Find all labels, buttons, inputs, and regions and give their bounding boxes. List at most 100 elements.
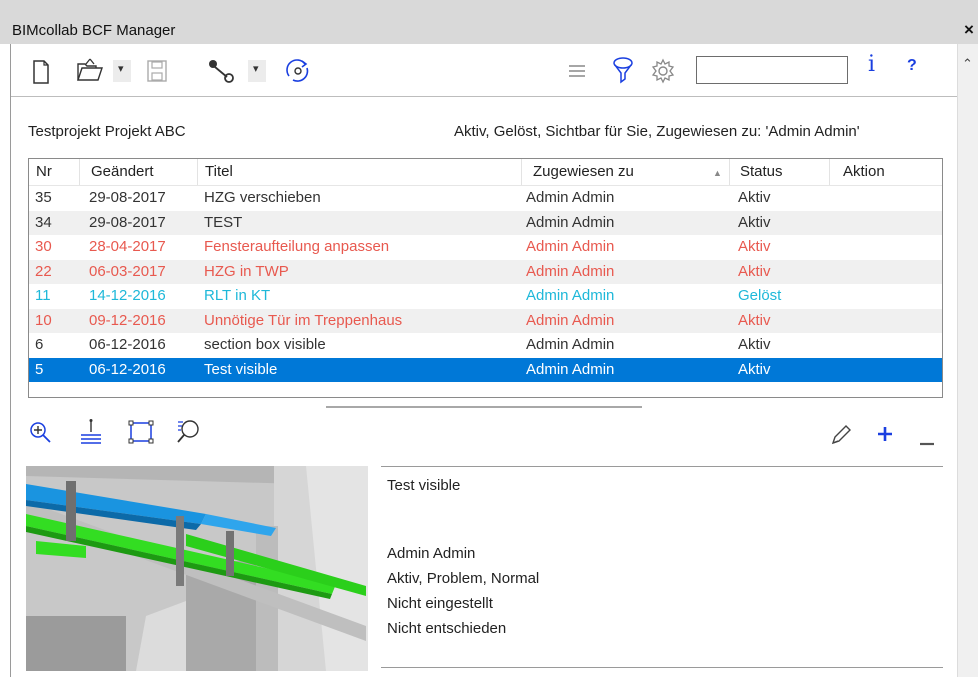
cell-changed: 06-12-2016 [89,336,166,353]
new-file-icon[interactable] [32,60,50,87]
filter-summary: Aktiv, Gelöst, Sichtbar für Sie, Zugewie… [454,123,860,140]
column-divider [729,159,730,185]
open-dropdown-button[interactable]: ▾ [113,60,131,82]
close-button[interactable]: × [964,20,974,40]
table-row[interactable]: 34 29-08-2017 TEST Admin Admin Aktiv [29,210,942,235]
viewpoint-snapshot[interactable] [26,466,368,671]
cell-status: Aktiv [738,336,771,353]
edit-icon[interactable] [830,424,852,449]
add-icon[interactable] [876,425,894,446]
cell-assigned: Admin Admin [526,189,615,206]
scroll-up-arrow-icon[interactable]: ⌃ [962,56,973,72]
cell-changed: 06-12-2016 [89,360,166,378]
cell-status: Gelöst [738,287,782,304]
cell-title: section box visible [204,336,326,353]
cell-status: Aktiv [738,189,771,206]
search-input[interactable] [696,56,848,84]
cell-nr: 11 [35,287,51,304]
dropdown-arrow-icon: ▾ [253,63,259,75]
cell-nr: 34 [35,213,52,231]
column-header-status[interactable]: Status [740,163,783,180]
info-button[interactable]: i [868,52,875,77]
open-folder-icon[interactable] [76,56,104,87]
detail-status-type-priority: Aktiv, Problem, Normal [387,570,540,587]
project-name: Testprojekt Projekt ABC [28,123,186,140]
cell-nr: 30 [35,238,52,255]
help-button[interactable]: ? [907,57,917,75]
table-row[interactable]: 11 14-12-2016 RLT in KT Admin Admin Gelöst [29,284,942,308]
table-row[interactable]: 10 09-12-2016 Unnötige Tür im Treppenhaus A… [29,308,942,333]
cell-changed: 09-12-2016 [89,311,166,329]
column-divider [829,159,830,185]
column-header-changed[interactable]: Geändert [91,163,154,180]
zoom-in-icon[interactable] [28,420,52,447]
detail-divider-top [381,466,943,467]
column-header-action[interactable]: Aktion [843,163,885,180]
column-divider [79,159,80,185]
cell-status: Aktiv [738,262,771,280]
save-icon[interactable] [146,59,168,86]
sort-ascending-icon: ▲ [713,168,722,178]
cell-title: HZG in TWP [204,262,289,280]
cell-title: HZG verschieben [204,189,321,206]
cell-changed: 06-03-2017 [89,262,166,280]
column-divider [521,159,522,185]
table-row[interactable]: 30 28-04-2017 Fensteraufteilung anpassen Ad… [29,235,942,259]
column-divider [197,159,198,185]
sync-icon[interactable] [283,56,313,89]
cell-title: Test visible [204,360,278,378]
cell-nr: 10 [35,311,52,329]
column-header-assigned[interactable]: Zugewiesen zu [533,163,634,180]
cell-assigned: Admin Admin [526,262,615,280]
vertical-scrollbar[interactable]: ⌃ [957,44,978,677]
cell-nr: 5 [35,360,44,378]
cell-status: Aktiv [738,311,771,329]
detail-decision: Nicht entschieden [387,620,507,637]
dropdown-arrow-icon: ▾ [118,63,124,75]
cell-title: Unnötige Tür im Treppenhaus [204,311,403,329]
column-header-title[interactable]: Titel [205,163,233,180]
issues-table[interactable]: Nr Geändert Titel Zugewiesen zu ▲ Status… [28,158,943,398]
window-left-border [10,44,11,677]
table-row[interactable]: 6 06-12-2016 section box visible Admin Admi… [29,333,942,357]
cell-assigned: Admin Admin [526,213,615,231]
cell-title: RLT in KT [204,287,271,304]
cell-status: Aktiv [738,360,771,378]
search-comments-icon[interactable] [175,418,201,447]
table-row[interactable]: 5 06-12-2016 Test visible Admin Admin Aktiv [29,357,942,382]
detail-divider-bottom [381,667,943,668]
table-row[interactable]: 35 29-08-2017 HZG verschieben Admin Admin Ak… [29,186,942,210]
table-row[interactable]: 22 06-03-2017 HZG in TWP Admin Admin Aktiv [29,259,942,284]
list-icon[interactable] [568,63,586,82]
cell-changed: 29-08-2017 [89,213,166,231]
cell-assigned: Admin Admin [526,336,615,353]
remove-icon[interactable] [919,433,935,449]
connect-dropdown-button[interactable]: ▾ [248,60,266,82]
cell-assigned: Admin Admin [526,238,615,255]
cell-assigned: Admin Admin [526,311,615,329]
panel-splitter[interactable] [326,406,642,408]
cell-status: Aktiv [738,213,771,231]
filter-icon[interactable] [612,56,634,87]
detail-milestone: Nicht eingestellt [387,595,493,612]
cell-nr: 6 [35,336,44,353]
cell-title: TEST [204,213,243,231]
cell-assigned: Admin Admin [526,360,615,378]
cell-changed: 14-12-2016 [89,287,166,304]
cell-changed: 28-04-2017 [89,238,166,255]
level-icon[interactable] [79,418,103,447]
cell-nr: 22 [35,262,52,280]
connect-icon[interactable] [207,57,237,88]
settings-icon[interactable] [650,58,676,87]
cell-status: Aktiv [738,238,771,255]
detail-assigned: Admin Admin [387,545,476,562]
cell-nr: 35 [35,189,52,206]
detail-title: Test visible [387,477,461,494]
column-header-nr[interactable]: Nr [36,163,52,180]
table-header: Nr Geändert Titel Zugewiesen zu ▲ Status… [29,159,942,186]
toolbar-divider [11,96,957,97]
window-title: BIMcollab BCF Manager [12,22,176,39]
cell-assigned: Admin Admin [526,287,615,304]
issue-detail-panel: Test visible Admin Admin Aktiv, Problem,… [381,466,943,668]
section-box-icon[interactable] [128,420,154,447]
